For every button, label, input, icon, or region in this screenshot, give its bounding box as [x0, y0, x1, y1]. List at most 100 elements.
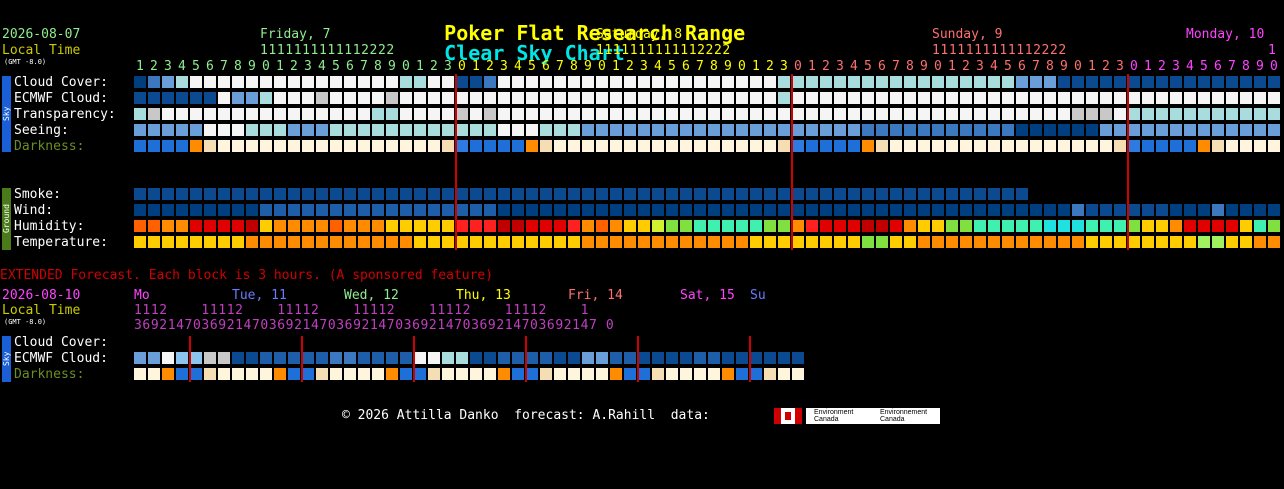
forecast-block[interactable]: [204, 204, 216, 216]
forecast-block[interactable]: [1058, 108, 1070, 120]
forecast-block[interactable]: [316, 204, 328, 216]
forecast-block[interactable]: [680, 204, 692, 216]
forecast-block[interactable]: [666, 124, 678, 136]
forecast-block[interactable]: [498, 108, 510, 120]
forecast-block[interactable]: [204, 220, 216, 232]
forecast-block[interactable]: [1156, 92, 1168, 104]
forecast-block[interactable]: [344, 108, 356, 120]
forecast-block[interactable]: [750, 140, 762, 152]
forecast-block[interactable]: [904, 220, 916, 232]
forecast-block[interactable]: [1100, 92, 1112, 104]
forecast-block[interactable]: [1016, 124, 1028, 136]
forecast-block[interactable]: [1156, 124, 1168, 136]
forecast-block[interactable]: [470, 92, 482, 104]
forecast-block[interactable]: [456, 236, 468, 248]
forecast-block[interactable]: [442, 368, 454, 380]
forecast-block[interactable]: [918, 108, 930, 120]
forecast-block[interactable]: [974, 108, 986, 120]
forecast-block[interactable]: [190, 108, 202, 120]
forecast-block[interactable]: [260, 76, 272, 88]
environment-canada-logo[interactable]: Environment Canada Environnement Canada: [806, 408, 940, 424]
forecast-block[interactable]: [708, 92, 720, 104]
forecast-block[interactable]: [232, 220, 244, 232]
forecast-block[interactable]: [918, 236, 930, 248]
forecast-block[interactable]: [1226, 220, 1238, 232]
forecast-block[interactable]: [568, 188, 580, 200]
forecast-block[interactable]: [512, 108, 524, 120]
forecast-block[interactable]: [750, 368, 762, 380]
forecast-block[interactable]: [722, 220, 734, 232]
forecast-block[interactable]: [652, 368, 664, 380]
forecast-block[interactable]: [1240, 76, 1252, 88]
forecast-block[interactable]: [960, 140, 972, 152]
forecast-block[interactable]: [358, 124, 370, 136]
forecast-block[interactable]: [414, 204, 426, 216]
forecast-block[interactable]: [414, 220, 426, 232]
forecast-block[interactable]: [470, 140, 482, 152]
forecast-block[interactable]: [386, 188, 398, 200]
forecast-block[interactable]: [512, 188, 524, 200]
forecast-block[interactable]: [162, 236, 174, 248]
forecast-block[interactable]: [764, 352, 776, 364]
forecast-block[interactable]: [988, 220, 1000, 232]
forecast-block[interactable]: [484, 76, 496, 88]
forecast-block[interactable]: [274, 92, 286, 104]
forecast-block[interactable]: [694, 352, 706, 364]
forecast-block[interactable]: [302, 368, 314, 380]
forecast-block[interactable]: [736, 92, 748, 104]
forecast-block[interactable]: [792, 204, 804, 216]
forecast-block[interactable]: [456, 188, 468, 200]
forecast-block[interactable]: [666, 92, 678, 104]
forecast-block[interactable]: [1016, 188, 1028, 200]
forecast-block[interactable]: [624, 204, 636, 216]
forecast-block[interactable]: [960, 108, 972, 120]
forecast-block[interactable]: [442, 236, 454, 248]
forecast-block[interactable]: [456, 92, 468, 104]
forecast-block[interactable]: [652, 220, 664, 232]
forecast-block[interactable]: [484, 108, 496, 120]
forecast-block[interactable]: [694, 220, 706, 232]
forecast-block[interactable]: [554, 236, 566, 248]
forecast-block[interactable]: [1030, 204, 1042, 216]
forecast-block[interactable]: [568, 204, 580, 216]
forecast-block[interactable]: [218, 92, 230, 104]
forecast-block[interactable]: [428, 140, 440, 152]
forecast-block[interactable]: [1044, 204, 1056, 216]
forecast-block[interactable]: [1030, 140, 1042, 152]
forecast-block[interactable]: [330, 92, 342, 104]
forecast-block[interactable]: [722, 92, 734, 104]
forecast-block[interactable]: [638, 352, 650, 364]
forecast-block[interactable]: [526, 236, 538, 248]
forecast-block[interactable]: [792, 352, 804, 364]
forecast-block[interactable]: [288, 92, 300, 104]
forecast-block[interactable]: [680, 352, 692, 364]
forecast-block[interactable]: [498, 220, 510, 232]
forecast-block[interactable]: [344, 76, 356, 88]
forecast-block[interactable]: [890, 220, 902, 232]
forecast-block[interactable]: [624, 92, 636, 104]
forecast-block[interactable]: [330, 220, 342, 232]
forecast-block[interactable]: [918, 124, 930, 136]
forecast-block[interactable]: [540, 188, 552, 200]
forecast-block[interactable]: [764, 368, 776, 380]
forecast-block[interactable]: [246, 188, 258, 200]
forecast-block[interactable]: [1128, 204, 1140, 216]
forecast-block[interactable]: [876, 108, 888, 120]
forecast-block[interactable]: [722, 236, 734, 248]
forecast-block[interactable]: [330, 352, 342, 364]
forecast-block[interactable]: [918, 92, 930, 104]
forecast-block[interactable]: [862, 220, 874, 232]
forecast-block[interactable]: [1198, 124, 1210, 136]
forecast-block[interactable]: [526, 188, 538, 200]
forecast-block[interactable]: [764, 204, 776, 216]
forecast-block[interactable]: [1100, 204, 1112, 216]
forecast-block[interactable]: [1030, 76, 1042, 88]
forecast-block[interactable]: [358, 188, 370, 200]
forecast-block[interactable]: [1016, 92, 1028, 104]
forecast-block[interactable]: [1198, 108, 1210, 120]
forecast-block[interactable]: [1240, 92, 1252, 104]
forecast-block[interactable]: [750, 220, 762, 232]
forecast-block[interactable]: [736, 368, 748, 380]
forecast-block[interactable]: [148, 220, 160, 232]
forecast-block[interactable]: [176, 236, 188, 248]
